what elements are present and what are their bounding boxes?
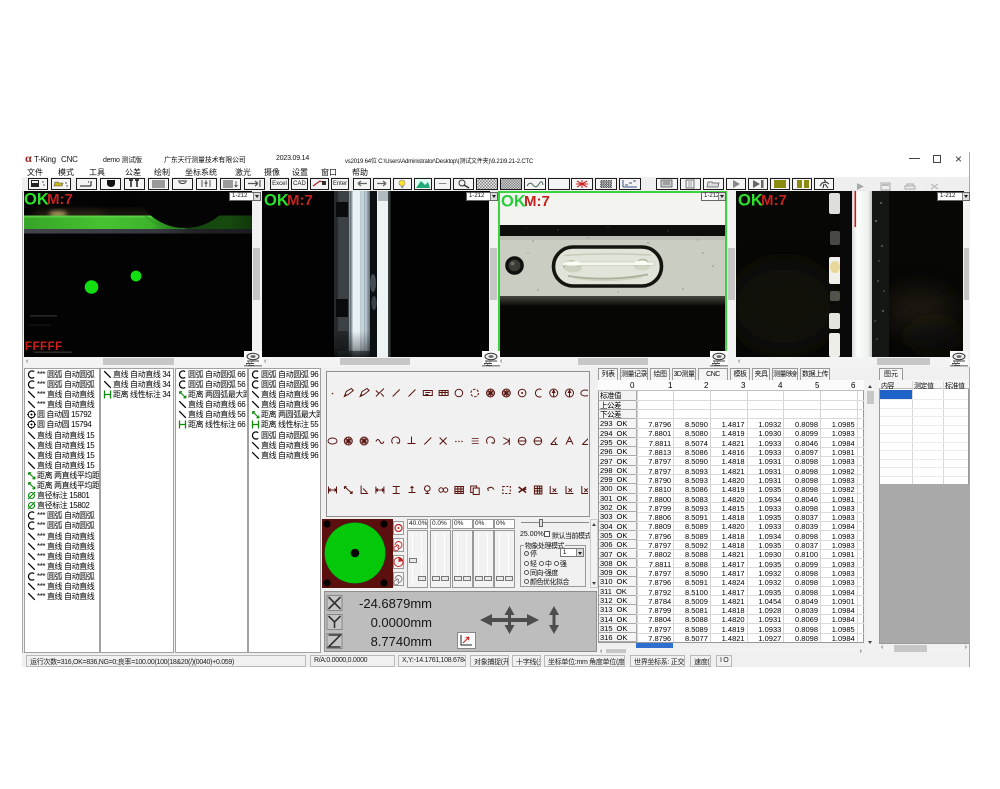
svg-text:OK: OK (738, 192, 763, 210)
svg-text:M:7: M:7 (524, 193, 550, 210)
svg-text:OK: OK (264, 192, 289, 210)
svg-text:M:7: M:7 (761, 192, 787, 209)
svg-text:FFFFF: FFFFF (25, 341, 63, 353)
svg-text:OK: OK (24, 191, 49, 209)
svg-text:OK: OK (501, 193, 526, 211)
svg-text:M:7: M:7 (287, 192, 313, 209)
svg-text:M:7: M:7 (47, 191, 73, 208)
